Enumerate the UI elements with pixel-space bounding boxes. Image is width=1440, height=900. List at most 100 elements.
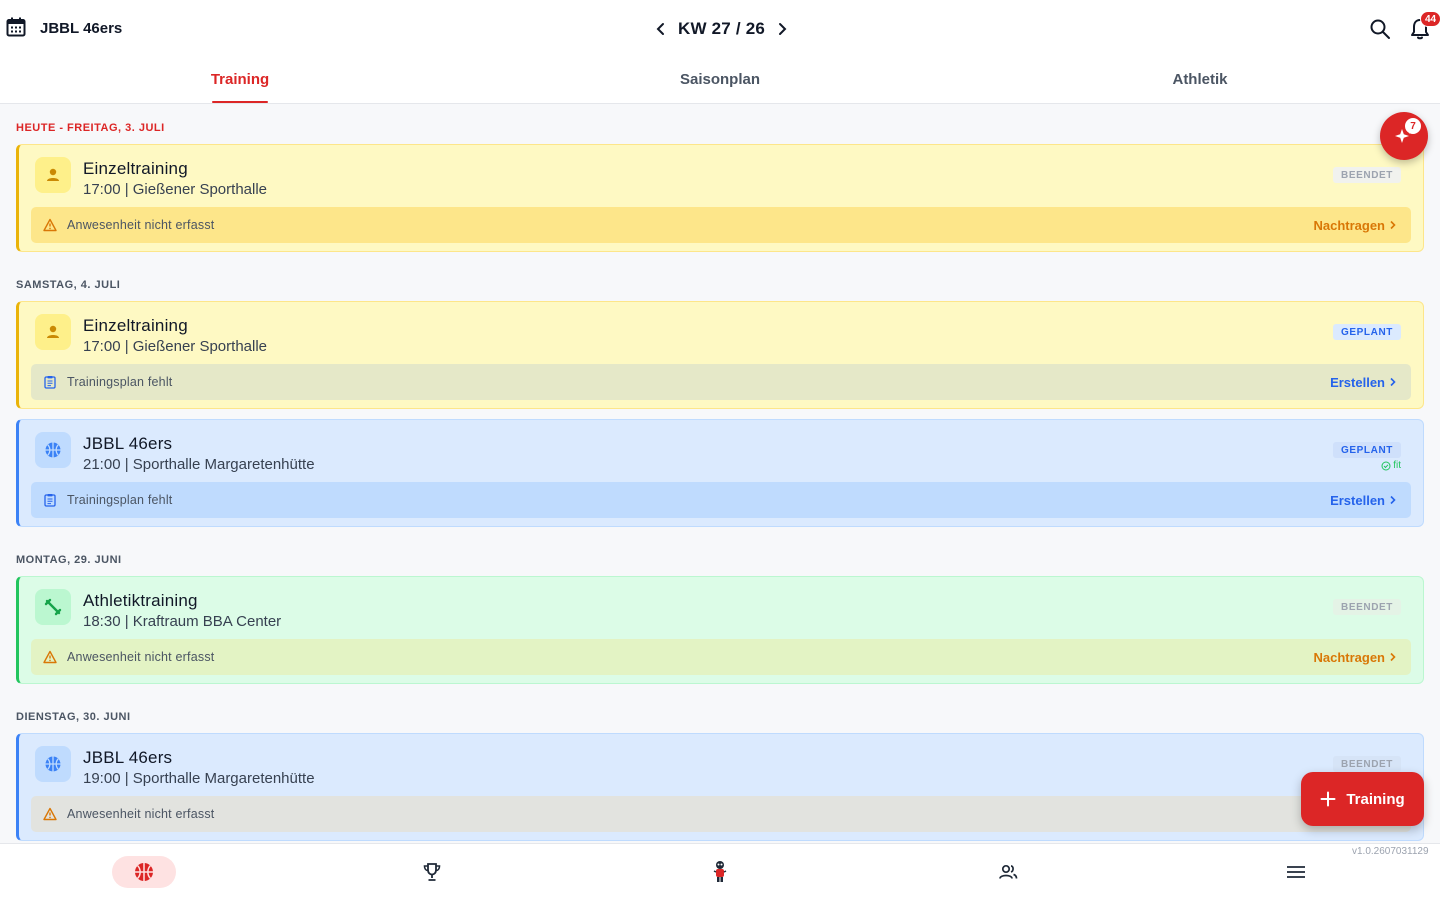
- clipboard-icon: [43, 492, 59, 508]
- event-time-location: 21:00 | Sporthalle Margaretenhütte: [83, 456, 315, 473]
- chevron-right-icon: [1390, 495, 1396, 505]
- check-circle-icon: [1381, 461, 1391, 470]
- status-badge: BEENDET: [1333, 756, 1401, 772]
- event-time-location: 19:00 | Sporthalle Margaretenhütte: [83, 770, 315, 787]
- event-type-icon: [35, 432, 71, 468]
- tab-label: Training: [210, 71, 270, 88]
- top-bar: JBBL 46ers KW 27 / 26 44: [0, 0, 1440, 58]
- link-label: Nachtragen: [1313, 649, 1385, 665]
- event-card[interactable]: Einzeltraining 17:00 | Gießener Sporthal…: [16, 144, 1424, 252]
- nachtragen-link[interactable]: Nachtragen: [1313, 218, 1397, 233]
- event-time-location: 17:00 | Gießener Sporthalle: [83, 181, 268, 198]
- training-list[interactable]: HEUTE - FREITAG, 3. JULI Einzeltraining …: [0, 104, 1440, 843]
- event-type-icon: [35, 746, 71, 782]
- chevron-left-icon: [656, 23, 664, 35]
- event-card[interactable]: JBBL 46ers 21:00 | Sporthalle Margareten…: [16, 419, 1424, 527]
- link-label: Nachtragen: [1313, 217, 1385, 233]
- attendance-missing-bar[interactable]: Anwesenheit nicht erfasst: [31, 796, 1411, 832]
- person-icon: [47, 325, 59, 338]
- tab-label: Athletik: [1172, 71, 1228, 88]
- attendance-missing-bar[interactable]: Anwesenheit nicht erfasst Nachtragen: [31, 639, 1411, 675]
- event-title: JBBL 46ers: [83, 434, 173, 453]
- trophy-icon: [423, 863, 441, 881]
- tab-label: Saisonplan: [679, 71, 761, 88]
- status-badge: GEPLANT: [1333, 324, 1401, 340]
- event-title: JBBL 46ers: [83, 748, 173, 767]
- nav-mascot[interactable]: [688, 856, 752, 888]
- status-badge: GEPLANT: [1333, 442, 1401, 458]
- active-tab-indicator: [212, 101, 268, 103]
- next-week-button[interactable]: [771, 16, 793, 42]
- ai-assistant-button[interactable]: [1380, 112, 1428, 160]
- event-title: Athletiktraining: [83, 591, 198, 610]
- fit-label: fit: [1393, 460, 1401, 471]
- event-card[interactable]: Athletiktraining 18:30 | Kraftraum BBA C…: [16, 576, 1424, 684]
- tab-saisonplan[interactable]: Saisonplan: [480, 58, 960, 103]
- tab-training[interactable]: Training: [0, 58, 480, 103]
- chevron-right-icon: [1390, 220, 1396, 230]
- app-version: v1.0.2607031129: [1352, 846, 1429, 857]
- tab-bar: Training Saisonplan Athletik: [0, 58, 1440, 104]
- week-navigation: KW 27 / 26: [650, 16, 793, 42]
- previous-week-button[interactable]: [650, 16, 672, 42]
- tab-athletik[interactable]: Athletik: [960, 58, 1440, 103]
- ai-badge: 7: [1405, 118, 1421, 134]
- chevron-right-icon: [1390, 377, 1396, 387]
- person-icon: [47, 168, 59, 181]
- erstellen-link[interactable]: Erstellen: [1330, 493, 1397, 508]
- warning-icon: [43, 649, 59, 665]
- fitness-status: fit: [1381, 460, 1401, 471]
- nachtragen-link[interactable]: Nachtragen: [1313, 650, 1397, 665]
- chevron-right-icon: [779, 23, 787, 35]
- erstellen-link[interactable]: Erstellen: [1330, 375, 1397, 390]
- search-icon[interactable]: [1368, 17, 1392, 41]
- action-message: Anwesenheit nicht erfasst: [67, 218, 215, 232]
- event-time-location: 17:00 | Gießener Sporthalle: [83, 338, 268, 355]
- day-header: DIENSTAG, 30. JUNI: [16, 711, 131, 723]
- bottom-navigation: [0, 843, 1440, 900]
- chevron-right-icon: [1390, 652, 1396, 662]
- status-badge: BEENDET: [1333, 599, 1401, 615]
- basketball-icon: [45, 442, 61, 458]
- nav-training[interactable]: [112, 856, 176, 888]
- clipboard-icon: [43, 374, 59, 390]
- menu-icon: [1287, 866, 1305, 878]
- action-message: Trainingsplan fehlt: [67, 493, 173, 507]
- week-label: KW 27 / 26: [678, 19, 766, 38]
- plus-icon: [1320, 791, 1336, 807]
- link-label: Erstellen: [1330, 492, 1385, 508]
- mascot-icon: [713, 861, 727, 882]
- event-type-icon: [35, 589, 71, 625]
- calendar-icon[interactable]: [6, 17, 26, 37]
- basketball-icon: [135, 863, 153, 881]
- event-card[interactable]: JBBL 46ers 19:00 | Sporthalle Margareten…: [16, 733, 1424, 841]
- event-type-icon: [35, 314, 71, 350]
- notification-badge: 44: [1420, 11, 1440, 27]
- event-card[interactable]: Einzeltraining 17:00 | Gießener Sporthal…: [16, 301, 1424, 409]
- day-header: MONTAG, 29. JUNI: [16, 554, 122, 566]
- day-header-today: HEUTE - FREITAG, 3. JULI: [16, 122, 165, 134]
- team-name[interactable]: JBBL 46ers: [40, 20, 122, 37]
- add-training-button[interactable]: Training: [1301, 772, 1424, 826]
- warning-icon: [43, 217, 59, 233]
- plan-missing-bar[interactable]: Trainingsplan fehlt Erstellen: [31, 364, 1411, 400]
- link-label: Erstellen: [1330, 374, 1385, 390]
- nav-team[interactable]: [976, 856, 1040, 888]
- warning-icon: [43, 806, 59, 822]
- nav-menu[interactable]: [1264, 856, 1328, 888]
- event-title: Einzeltraining: [83, 159, 188, 178]
- dumbbell-icon: [44, 598, 62, 616]
- action-message: Anwesenheit nicht erfasst: [67, 807, 215, 821]
- event-title: Einzeltraining: [83, 316, 188, 335]
- attendance-missing-bar[interactable]: Anwesenheit nicht erfasst Nachtragen: [31, 207, 1411, 243]
- action-message: Anwesenheit nicht erfasst: [67, 650, 215, 664]
- day-header: SAMSTAG, 4. JULI: [16, 279, 121, 291]
- users-icon: [999, 864, 1018, 879]
- nav-competitions[interactable]: [400, 856, 464, 888]
- basketball-icon: [45, 756, 61, 772]
- action-message: Trainingsplan fehlt: [67, 375, 173, 389]
- event-type-icon: [35, 157, 71, 193]
- add-training-label: Training: [1346, 790, 1405, 808]
- plan-missing-bar[interactable]: Trainingsplan fehlt Erstellen: [31, 482, 1411, 518]
- status-badge: BEENDET: [1333, 167, 1401, 183]
